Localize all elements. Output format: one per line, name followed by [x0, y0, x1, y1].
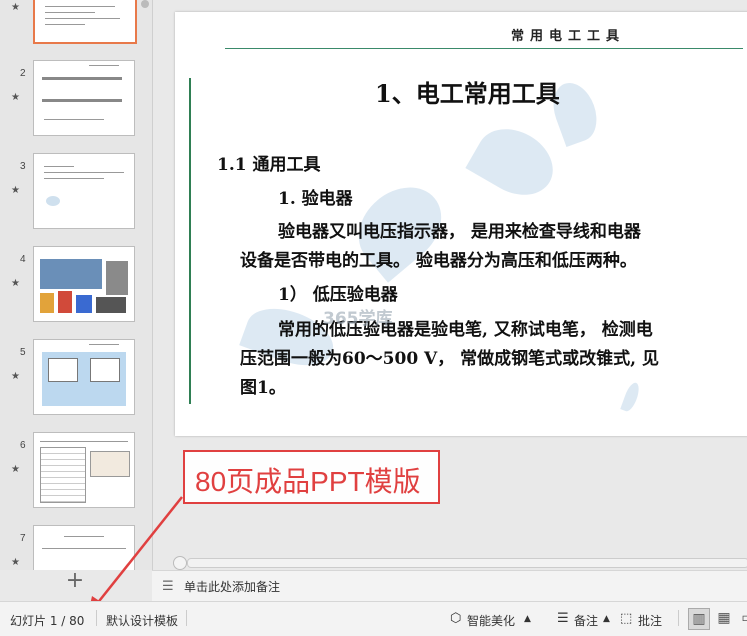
notes-icon: ☰: [557, 611, 569, 626]
caret-up-icon[interactable]: ▲: [603, 614, 610, 624]
slide-header: 常用电工工具: [511, 29, 626, 44]
beautify-icon: ⬡: [450, 611, 462, 626]
slide-thumbnail-1[interactable]: [33, 0, 137, 44]
star-icon: ★: [11, 278, 20, 289]
promo-callout: 80页成品PPT模版: [183, 450, 440, 504]
slide-thumbnail-3[interactable]: [33, 153, 135, 229]
star-icon: ★: [11, 2, 20, 13]
scroll-track[interactable]: [187, 558, 747, 568]
slide-counter: 幻灯片 1 / 80: [10, 614, 85, 628]
body-text-line[interactable]: 设备是否带电的工具。 验电器分为高压和低压两种。: [240, 246, 637, 271]
comment-button[interactable]: 批注: [638, 612, 662, 629]
subsection-heading[interactable]: 1. 验电器: [278, 184, 353, 209]
thumbnail-scrollbar[interactable]: [141, 0, 149, 8]
notes-icon: ☰: [162, 579, 174, 594]
star-icon: ★: [11, 185, 20, 196]
status-bar: 幻灯片 1 / 80 默认设计模板 ⬡ 智能美化 ▲ ☰ 备注 ▲ ⬚ 批注 ▥…: [0, 601, 747, 636]
notes-placeholder[interactable]: 单击此处添加备注: [184, 578, 280, 595]
comment-icon: ⬚: [620, 611, 633, 626]
thumbnail-number: 4: [20, 254, 26, 265]
slide-thumbnail-5[interactable]: [33, 339, 135, 415]
thumbnail-number: 5: [20, 347, 26, 358]
slide-canvas[interactable]: 常用电工工具 1、电工常用工具 1.1 通用工具 1. 验电器 验电器又叫电压指…: [175, 12, 747, 436]
decorative-leaf: [620, 380, 642, 414]
slide-thumbnail-panel[interactable]: ★ 2 ★ 3 ★ 4 ★ 5 ★ 6 ★ 7 ★: [0, 0, 153, 570]
star-icon: ★: [11, 464, 20, 475]
star-icon: ★: [11, 371, 20, 382]
body-text-line[interactable]: 压范围一般为60～500 V， 常做成钢笔式或改锥式, 见: [240, 344, 659, 369]
add-slide-button[interactable]: +: [62, 568, 88, 593]
notes-toggle-button[interactable]: 备注: [574, 612, 598, 629]
caret-up-icon[interactable]: ▲: [524, 614, 531, 624]
slide-title[interactable]: 1、电工常用工具: [375, 74, 560, 109]
scroll-left-icon[interactable]: [173, 556, 187, 570]
slide-thumbnail-4[interactable]: [33, 246, 135, 322]
accent-bar: [189, 78, 191, 404]
slide-thumbnail-2[interactable]: [33, 60, 135, 136]
decorative-leaf: [465, 116, 565, 208]
normal-view-icon[interactable]: ▥: [688, 608, 710, 630]
thumbnail-number: 6: [20, 440, 26, 451]
header-divider: [225, 48, 743, 49]
star-icon: ★: [11, 557, 20, 568]
horizontal-scrollbar[interactable]: [173, 556, 747, 570]
thumbnail-number: 2: [20, 68, 26, 79]
watermark-text: 365学库: [323, 309, 393, 329]
thumbnail-number: 3: [20, 161, 26, 172]
star-icon: ★: [11, 92, 20, 103]
design-template[interactable]: 默认设计模板: [106, 612, 178, 629]
promo-callout-text: 80页成品PPT模版: [195, 466, 421, 497]
section-heading[interactable]: 1.1 通用工具: [217, 150, 321, 175]
reading-view-icon[interactable]: ▭: [738, 608, 747, 628]
notes-pane[interactable]: ☰ 单击此处添加备注: [152, 570, 747, 601]
slide-sorter-view-icon[interactable]: ▦: [714, 608, 734, 628]
body-text-line[interactable]: 图1。: [240, 373, 286, 398]
smart-beautify-button[interactable]: 智能美化: [467, 612, 515, 629]
slide-thumbnail-7[interactable]: [33, 525, 135, 570]
thumbnail-number: 7: [20, 533, 26, 544]
slide-thumbnail-6[interactable]: [33, 432, 135, 508]
subsection-heading[interactable]: 1） 低压验电器: [278, 280, 398, 305]
body-text-line[interactable]: 验电器又叫电压指示器， 是用来检查导线和电器: [278, 217, 641, 242]
